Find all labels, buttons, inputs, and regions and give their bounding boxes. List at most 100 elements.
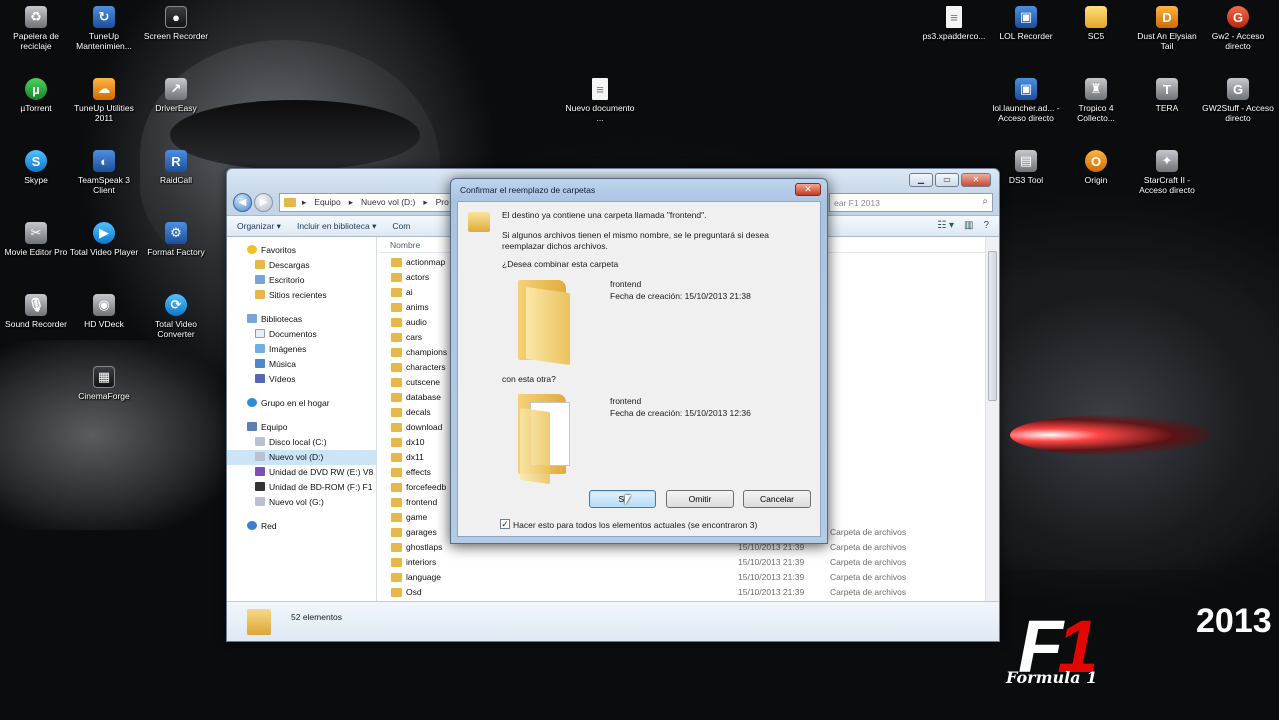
minimize-button[interactable]: ▁ bbox=[909, 173, 933, 187]
folder-icon bbox=[391, 513, 402, 522]
nav-music[interactable]: Música bbox=[227, 357, 376, 372]
desktop-icon-hd-vdeck[interactable]: ◉ HD VDeck bbox=[68, 294, 140, 329]
desktop-icon-total-video-player[interactable]: ▶ Total Video Player bbox=[68, 222, 140, 257]
f1-2013-logo: F1 2013 Formula 1 bbox=[1000, 596, 1279, 696]
desktop-icon-sound-recorder[interactable]: 🎙 Sound Recorder bbox=[0, 294, 72, 329]
recent-places-icon bbox=[255, 290, 265, 299]
desktop-icon-ds3-tool[interactable]: ▤ DS3 Tool bbox=[990, 150, 1062, 185]
folder-icon bbox=[391, 483, 402, 492]
desktop-icon-sc5[interactable]: SC5 bbox=[1060, 6, 1132, 41]
desktop-icon-new-document[interactable]: ≡ Nuevo documento ... bbox=[564, 78, 636, 123]
desktop-icon-tera[interactable]: T TERA bbox=[1131, 78, 1203, 113]
folder-icon bbox=[391, 378, 402, 387]
folder-icon bbox=[284, 197, 296, 207]
nav-videos[interactable]: Vídeos bbox=[227, 372, 376, 387]
desktop-icon-tuneup-maint[interactable]: ↻ TuneUp Mantenimien... bbox=[68, 6, 140, 51]
details-pane: 52 elementos bbox=[227, 601, 999, 641]
folder-icon bbox=[391, 363, 402, 372]
breadcrumb-equipo[interactable]: Equipo bbox=[314, 197, 340, 207]
breadcrumb-nuevo-vol[interactable]: Nuevo vol (D:) bbox=[361, 197, 415, 207]
cinemaforge-icon: ▦ bbox=[93, 366, 115, 388]
include-library-button[interactable]: Incluir en biblioteca ▾ bbox=[297, 221, 376, 232]
tuneup-utilities-icon: ☁ bbox=[93, 78, 115, 100]
desktop-icon-starcraft[interactable]: ✦ StarCraft II - Acceso directo bbox=[1131, 150, 1203, 195]
desktop-icon-recycle-bin[interactable]: ♻ Papelera de reciclaje bbox=[0, 6, 72, 51]
desktop-icon-screen-recorder[interactable]: ● Screen Recorder bbox=[140, 6, 212, 41]
lol-recorder-icon: ▣ bbox=[1015, 6, 1037, 28]
desktop-icon-tropico[interactable]: ♜ Tropico 4 Collecto... bbox=[1060, 78, 1132, 123]
nav-images[interactable]: Imágenes bbox=[227, 342, 376, 357]
desktop-icon-gw2stuff[interactable]: G GW2Stuff - Acceso directo bbox=[1202, 78, 1274, 123]
scrollbar-thumb[interactable] bbox=[988, 251, 997, 401]
desktop-icon-utorrent[interactable]: µ µTorrent bbox=[0, 78, 72, 113]
vertical-scrollbar[interactable] bbox=[985, 237, 999, 601]
nav-homegroup[interactable]: Grupo en el hogar bbox=[227, 396, 376, 411]
desktop-icon-skype[interactable]: S Skype bbox=[0, 150, 72, 185]
desktop-icon-cinemaforge[interactable]: ▦ CinemaForge bbox=[68, 366, 140, 401]
apply-to-all-label: Hacer esto para todos los elementos actu… bbox=[513, 520, 758, 530]
desktop-icon-format-factory[interactable]: ⚙ Format Factory bbox=[140, 222, 212, 257]
nav-recent-places[interactable]: Sitios recientes bbox=[227, 288, 376, 303]
folder-icon bbox=[391, 528, 402, 537]
homegroup-icon bbox=[247, 398, 257, 407]
folder-icon bbox=[391, 333, 402, 342]
desktop-icon-drivereasy[interactable]: ↗ DriverEasy bbox=[140, 78, 212, 113]
file-name: language bbox=[406, 572, 441, 582]
maximize-button[interactable]: ▭ bbox=[935, 173, 959, 187]
dialog-heading: El destino ya contiene una carpeta llama… bbox=[502, 210, 707, 220]
organize-button[interactable]: Organizar ▾ bbox=[237, 221, 281, 232]
close-button[interactable]: ✕ bbox=[961, 173, 991, 187]
nav-new-vol-g[interactable]: Nuevo vol (G:) bbox=[227, 495, 376, 510]
utorrent-icon: µ bbox=[25, 78, 47, 100]
file-row[interactable]: language 15/10/2013 21:39 Carpeta de archi… bbox=[378, 570, 985, 585]
share-button[interactable]: Com bbox=[392, 221, 410, 231]
forward-button[interactable]: ▶ bbox=[254, 192, 273, 212]
nav-favorites[interactable]: Favoritos bbox=[227, 243, 376, 258]
skip-button[interactable]: Omitir bbox=[666, 490, 734, 508]
desktop-icon-total-video-converter[interactable]: ⟳ Total Video Converter bbox=[140, 294, 212, 339]
desktop-icon-gw2[interactable]: G Gw2 - Acceso directo bbox=[1202, 6, 1274, 51]
desktop-icon-ps3-xpadder[interactable]: ≡ ps3.xpadderco... bbox=[918, 6, 990, 41]
images-icon bbox=[255, 344, 265, 353]
file-row[interactable]: interiors 15/10/2013 21:39 Carpeta de arch… bbox=[378, 555, 985, 570]
file-name: dx11 bbox=[406, 452, 424, 462]
preview-pane-icon[interactable]: ▥ bbox=[964, 220, 973, 231]
back-button[interactable]: ◀ bbox=[233, 192, 252, 212]
file-row[interactable]: Osd 15/10/2013 21:39 Carpeta de archivos bbox=[378, 585, 985, 600]
desktop-icon-lol-launcher[interactable]: ▣ lol.launcher.ad... - Acceso directo bbox=[990, 78, 1062, 123]
nav-documents[interactable]: Documentos bbox=[227, 327, 376, 342]
confirm-folder-replace-dialog[interactable]: Confirmar el reemplazo de carpetas ✕ El … bbox=[450, 178, 828, 544]
nav-network[interactable]: Red bbox=[227, 519, 376, 534]
nav-local-disk-c[interactable]: Disco local (C:) bbox=[227, 435, 376, 450]
search-input[interactable]: ear F1 2013 ⌕ bbox=[829, 192, 993, 212]
raidcall-icon: R bbox=[165, 150, 187, 172]
desktop-icon-origin[interactable]: O Origin bbox=[1060, 150, 1132, 185]
file-name: actionmap bbox=[406, 257, 446, 267]
desktop-icon-lol-recorder[interactable]: ▣ LOL Recorder bbox=[990, 6, 1062, 41]
cancel-button[interactable]: Cancelar bbox=[743, 490, 811, 508]
nav-bd-drive-f[interactable]: Unidad de BD-ROM (F:) F1 bbox=[227, 480, 376, 495]
nav-libraries[interactable]: Bibliotecas bbox=[227, 312, 376, 327]
folder-icon bbox=[391, 348, 402, 357]
yes-button[interactable]: Sí bbox=[589, 490, 656, 508]
search-placeholder: ear F1 2013 bbox=[834, 197, 880, 208]
drive-icon bbox=[255, 497, 265, 506]
apply-to-all-checkbox[interactable]: ✓ bbox=[500, 519, 510, 529]
desktop-icon-raidcall[interactable]: R RaidCall bbox=[140, 150, 212, 185]
file-date: 15/10/2013 21:39 bbox=[738, 572, 805, 582]
nav-desktop[interactable]: Escritorio bbox=[227, 273, 376, 288]
view-options-icon[interactable]: ☷ ▾ bbox=[937, 220, 954, 231]
breadcrumb-program[interactable]: Pro bbox=[436, 197, 449, 207]
nav-new-vol-d[interactable]: Nuevo vol (D:) bbox=[227, 450, 376, 465]
nav-downloads[interactable]: Descargas bbox=[227, 258, 376, 273]
desktop-icon-movie-editor[interactable]: ✂ Movie Editor Pro bbox=[0, 222, 72, 257]
desktop-icon-tuneup-utilities[interactable]: ☁ TuneUp Utilities 2011 bbox=[68, 78, 140, 123]
nav-computer[interactable]: Equipo bbox=[227, 420, 376, 435]
desktop-icon-dust[interactable]: D Dust An Elysian Tail bbox=[1131, 6, 1203, 51]
nav-dvd-drive-e[interactable]: Unidad de DVD RW (E:) V8 bbox=[227, 465, 376, 480]
file-name: download bbox=[406, 422, 443, 432]
dialog-close-button[interactable]: ✕ bbox=[795, 183, 821, 196]
file-type: Carpeta de archivos bbox=[830, 587, 907, 597]
desktop-icon-teamspeak[interactable]: ◐ TeamSpeak 3 Client bbox=[68, 150, 140, 195]
help-icon[interactable]: ? bbox=[983, 220, 989, 231]
